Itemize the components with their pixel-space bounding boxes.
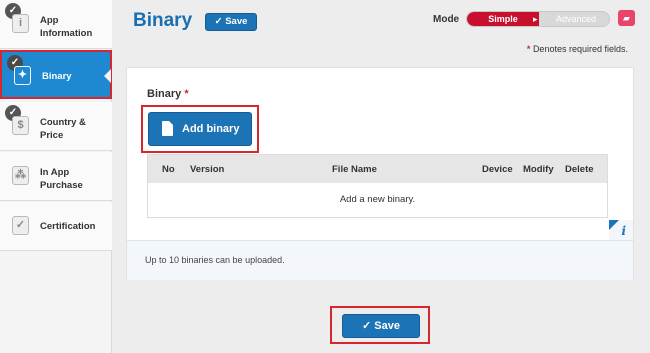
column-header-modify: Modify	[523, 164, 554, 175]
chat-icon[interactable]: ▰	[618, 10, 635, 26]
save-button-label: Save	[225, 16, 248, 27]
binary-icon: ✦	[14, 66, 31, 85]
save-button-bottom[interactable]: ✓ Save	[342, 314, 420, 338]
page-title: Binary	[133, 10, 193, 31]
active-indicator	[104, 69, 111, 83]
shield-icon: ✓	[12, 216, 29, 235]
sidebar-item-label: App Information	[40, 14, 92, 40]
column-header-device: Device	[482, 164, 513, 175]
mode-label: Mode	[433, 14, 460, 25]
sidebar-label-line1: In App	[40, 167, 70, 178]
mode-simple-option[interactable]: Simple	[467, 12, 539, 26]
dollar-icon: $	[12, 116, 29, 135]
sidebar-item-label: Binary	[42, 71, 72, 82]
document-icon	[162, 121, 173, 136]
info-toggle[interactable]: i	[609, 220, 633, 240]
sidebar-label-line1: Country &	[40, 117, 86, 128]
check-icon: ✓	[362, 320, 375, 332]
save-button[interactable]: ✓ Save	[205, 13, 257, 31]
mode-toggle[interactable]: Simple ▸ Advanced	[466, 11, 610, 27]
column-header-no: No	[162, 164, 175, 175]
required-star: *	[526, 44, 531, 54]
required-note: * Denotes required fields.	[527, 44, 628, 54]
add-binary-button[interactable]: Add binary	[148, 112, 252, 146]
sidebar-item-label: Certification	[40, 221, 96, 232]
sidebar-label-line1: App	[40, 15, 59, 26]
corner-triangle	[609, 220, 619, 230]
sidebar: ✓ i App Information ✓ ✦ Binary ✓ $ Count…	[0, 0, 112, 353]
add-binary-highlight: Add binary	[141, 105, 259, 153]
binary-field-label: Binary *	[147, 88, 189, 100]
info-icon: i	[12, 14, 29, 33]
sidebar-label-line2: Price	[40, 130, 64, 141]
sidebar-item-in-app-purchase[interactable]: ⁂ In App Purchase	[0, 152, 112, 201]
sidebar-item-label: In App Purchase	[40, 166, 83, 192]
save-button-label: Save	[374, 320, 400, 332]
required-star: *	[184, 88, 189, 100]
sidebar-label-line2: Information	[40, 28, 93, 39]
required-note-text: Denotes required fields.	[532, 44, 628, 54]
binary-label-text: Binary	[147, 88, 182, 100]
column-header-file-name: File Name	[332, 164, 377, 175]
sidebar-item-binary[interactable]: ✓ ✦ Binary	[0, 50, 112, 99]
in-app-icon: ⁂	[12, 166, 29, 185]
sidebar-item-app-information[interactable]: ✓ i App Information	[0, 0, 112, 49]
sidebar-item-label: Country & Price	[40, 116, 86, 142]
check-icon: ✓	[214, 16, 226, 27]
column-header-version: Version	[190, 164, 225, 175]
add-binary-label: Add binary	[182, 123, 240, 135]
table-header: No Version File Name Device Modify Delet…	[148, 155, 607, 183]
binary-panel: Binary * Add binary No Version File Name…	[126, 67, 634, 280]
chevron-right-icon: ▸	[533, 14, 538, 24]
binary-table: No Version File Name Device Modify Delet…	[147, 154, 608, 218]
save-button-highlight: ✓ Save	[330, 306, 430, 344]
sidebar-item-country-price[interactable]: ✓ $ Country & Price	[0, 102, 112, 151]
sidebar-item-certification[interactable]: ✓ Certification	[0, 202, 112, 251]
sidebar-label-line2: Purchase	[40, 180, 83, 191]
info-icon: i	[621, 224, 626, 238]
table-empty-message: Add a new binary.	[339, 194, 416, 205]
info-note-text: Up to 10 binaries can be uploaded.	[145, 255, 285, 265]
mode-advanced-option[interactable]: Advanced	[543, 12, 609, 26]
column-header-delete: Delete	[565, 164, 594, 175]
info-note: Up to 10 binaries can be uploaded.	[127, 240, 633, 280]
